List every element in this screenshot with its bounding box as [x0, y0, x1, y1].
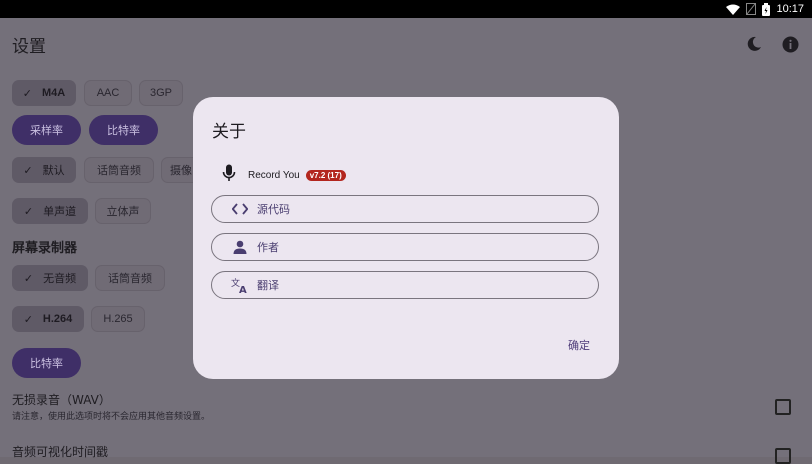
check-icon: ✓: [23, 272, 34, 285]
check-icon: ✓: [23, 313, 33, 326]
code-icon: [231, 200, 249, 218]
chip-default-source[interactable]: ✓ 默认: [12, 157, 76, 183]
chip-m4a[interactable]: ✓ M4A: [12, 80, 76, 106]
page-title: 设置: [12, 37, 46, 57]
chip-screen-mic-audio[interactable]: 话筒音频: [95, 265, 165, 291]
screen-recorder-title: 屏幕录制器: [12, 241, 78, 256]
dark-mode-icon[interactable]: [744, 34, 764, 54]
info-icon[interactable]: [780, 34, 800, 54]
status-icons: 10:17: [726, 0, 804, 18]
app-name: Record You: [248, 169, 300, 181]
confirm-button[interactable]: 确定: [568, 337, 590, 353]
signal-icon: [746, 3, 757, 15]
chip-h265[interactable]: H.265: [91, 306, 145, 332]
status-bar: 10:17: [0, 0, 812, 18]
svg-text:A: A: [239, 285, 247, 293]
sample-rate-button[interactable]: 采样率: [12, 115, 81, 145]
version-badge: v7.2 (17): [305, 169, 346, 181]
chip-mic-audio[interactable]: 话筒音频: [84, 157, 154, 183]
clock: 10:17: [776, 3, 804, 15]
dialog-title: 关于: [212, 122, 246, 142]
chip-stereo[interactable]: 立体声: [95, 198, 151, 224]
screen-bitrate-button[interactable]: 比特率: [12, 348, 81, 378]
visualizer-title: 音频可视化时间戳: [12, 445, 109, 459]
microphone-icon: [222, 164, 236, 186]
check-icon: ✓: [22, 87, 32, 100]
wifi-icon: [726, 4, 741, 15]
about-dialog: 关于 Record You v7.2 (17) 源代码 作者 文A 翻译 确定: [193, 97, 619, 379]
source-code-button[interactable]: 源代码: [211, 195, 599, 223]
person-icon: [231, 238, 249, 256]
app-info-row: Record You v7.2 (17): [222, 164, 346, 186]
chip-aac[interactable]: AAC: [84, 80, 132, 106]
chip-no-audio[interactable]: ✓ 无音频: [12, 265, 88, 291]
check-icon: ✓: [23, 164, 33, 177]
audio-bitrate-button[interactable]: 比特率: [89, 115, 158, 145]
chip-mono[interactable]: ✓ 单声道: [12, 198, 88, 224]
lossless-title: 无损录音（WAV）: [12, 393, 111, 407]
check-icon: ✓: [23, 205, 34, 218]
battery-icon: [762, 2, 771, 16]
visualizer-checkbox[interactable]: [775, 448, 791, 464]
author-button[interactable]: 作者: [211, 233, 599, 261]
translation-button[interactable]: 文A 翻译: [211, 271, 599, 299]
lossless-subtitle: 请注意，使用此选项时将不会应用其他音频设置。: [12, 412, 211, 422]
translate-icon: 文A: [231, 276, 249, 294]
lossless-checkbox[interactable]: [775, 399, 791, 415]
chip-h264[interactable]: ✓ H.264: [12, 306, 84, 332]
chip-3gp[interactable]: 3GP: [139, 80, 183, 106]
